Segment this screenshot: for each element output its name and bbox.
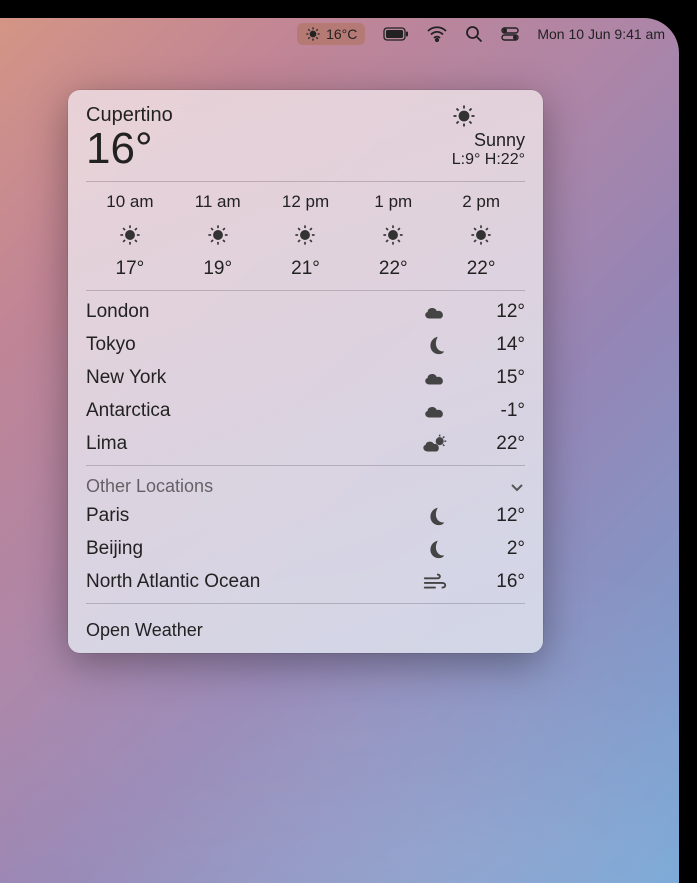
location-condition-icon	[415, 538, 455, 560]
location-row[interactable]: London 12°	[86, 301, 525, 323]
hour-icon	[382, 224, 404, 246]
location-condition-icon	[415, 571, 455, 593]
other-locations-label: Other Locations	[86, 476, 213, 497]
hour-icon	[294, 224, 316, 246]
location-temp: 12°	[455, 505, 525, 527]
sun-icon	[382, 224, 404, 246]
location-row[interactable]: Beijing 2°	[86, 538, 525, 560]
location-row[interactable]: Antarctica -1°	[86, 400, 525, 422]
divider	[86, 603, 525, 604]
location-row[interactable]: North Atlantic Ocean 16°	[86, 571, 525, 593]
menubar-weather[interactable]: 16°C	[297, 23, 365, 45]
location-condition-icon	[415, 334, 455, 356]
location-name: New York	[86, 367, 415, 389]
location-condition-icon	[415, 505, 455, 527]
hour-icon	[119, 224, 141, 246]
menubar-datetime-text: Mon 10 Jun 9:41 am	[537, 26, 665, 42]
divider	[86, 465, 525, 466]
location-temp: 15°	[455, 367, 525, 389]
location-temp: -1°	[455, 400, 525, 422]
location-condition-icon	[415, 400, 455, 422]
menubar-battery[interactable]	[383, 27, 409, 41]
hourly-column[interactable]: 2 pm 22°	[437, 192, 525, 280]
menubar-datetime[interactable]: Mon 10 Jun 9:41 am	[537, 26, 665, 42]
sun-icon	[119, 224, 141, 246]
location-temp: 2°	[455, 538, 525, 560]
hour-temp: 21°	[291, 258, 320, 280]
battery-icon	[383, 27, 409, 41]
hourly-column[interactable]: 12 pm 21°	[262, 192, 350, 280]
hourly-forecast[interactable]: 10 am 17° 11 am 19° 12 pm 21° 1 pm	[86, 192, 525, 280]
divider	[86, 181, 525, 182]
location-name: Tokyo	[86, 334, 415, 356]
sun-icon	[294, 224, 316, 246]
sun-icon	[305, 26, 321, 42]
current-condition: Sunny	[452, 130, 525, 151]
location-condition-icon	[415, 301, 455, 323]
location-temp: 16°	[455, 571, 525, 593]
popover-header[interactable]: Cupertino 16° Sunny L:9° H:22°	[86, 104, 525, 171]
control-center-icon	[501, 27, 519, 41]
other-locations-header[interactable]: Other Locations	[86, 476, 525, 497]
menubar-spotlight[interactable]	[465, 25, 483, 43]
location-name: London	[86, 301, 415, 323]
divider	[86, 290, 525, 291]
wind-icon	[422, 571, 448, 593]
weather-popover: Cupertino 16° Sunny L:9° H:22° 10 am	[68, 90, 543, 653]
current-low-high: L:9° H:22°	[452, 151, 525, 169]
hourly-column[interactable]: 11 am 19°	[174, 192, 262, 280]
menubar-control-center[interactable]	[501, 27, 519, 41]
current-temperature: 16°	[86, 127, 173, 171]
location-name: Paris	[86, 505, 415, 527]
other-locations-list: Paris 12° Beijing 2° North Atlantic Ocea…	[86, 505, 525, 593]
hour-temp: 19°	[203, 258, 232, 280]
location-row[interactable]: New York 15°	[86, 367, 525, 389]
search-icon	[465, 25, 483, 43]
sun-icon	[452, 104, 476, 128]
moon-icon	[424, 334, 446, 356]
open-weather-label: Open Weather	[86, 620, 203, 640]
partly-sunny-icon	[421, 433, 449, 455]
wifi-icon	[427, 26, 447, 42]
open-weather-link[interactable]: Open Weather	[86, 614, 525, 643]
hour-temp: 22°	[379, 258, 408, 280]
menubar-wifi[interactable]	[427, 26, 447, 42]
location-name: Beijing	[86, 538, 415, 560]
hour-icon	[207, 224, 229, 246]
location-name: Antarctica	[86, 400, 415, 422]
location-temp: 12°	[455, 301, 525, 323]
location-row[interactable]: Lima 22°	[86, 433, 525, 455]
hour-temp: 22°	[467, 258, 496, 280]
hourly-column[interactable]: 10 am 17°	[86, 192, 174, 280]
menu-bar: 16°C	[0, 18, 679, 50]
chevron-down-icon	[509, 479, 525, 495]
location-condition-icon	[415, 433, 455, 455]
hour-time: 10 am	[106, 192, 153, 212]
location-row[interactable]: Paris 12°	[86, 505, 525, 527]
location-name: North Atlantic Ocean	[86, 571, 415, 593]
location-temp: 22°	[455, 433, 525, 455]
sun-icon	[470, 224, 492, 246]
location-name: Lima	[86, 433, 415, 455]
cloud-icon	[422, 400, 448, 422]
moon-icon	[424, 538, 446, 560]
cloud-icon	[422, 367, 448, 389]
hour-icon	[470, 224, 492, 246]
hour-temp: 17°	[116, 258, 145, 280]
moon-icon	[424, 505, 446, 527]
menubar-weather-temp: 16°C	[326, 26, 357, 42]
hour-time: 2 pm	[462, 192, 500, 212]
hour-time: 12 pm	[282, 192, 329, 212]
hour-time: 11 am	[195, 192, 241, 212]
location-condition-icon	[415, 367, 455, 389]
location-row[interactable]: Tokyo 14°	[86, 334, 525, 356]
locations-list: London 12° Tokyo 14° New York 15° Antarc…	[86, 301, 525, 455]
cloud-icon	[422, 301, 448, 323]
hour-time: 1 pm	[374, 192, 412, 212]
location-temp: 14°	[455, 334, 525, 356]
hourly-column[interactable]: 1 pm 22°	[349, 192, 437, 280]
sun-icon	[207, 224, 229, 246]
